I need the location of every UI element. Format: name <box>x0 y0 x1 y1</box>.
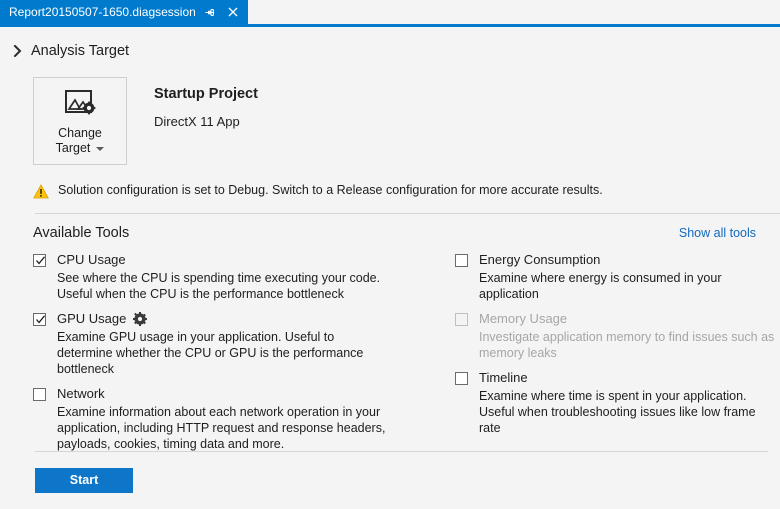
tools-left-column: CPU Usage See where the CPU is spending … <box>33 251 423 460</box>
analysis-target-header[interactable]: Analysis Target <box>0 38 780 64</box>
change-target-line2: Target <box>55 141 91 155</box>
available-tools-title: Available Tools <box>33 225 130 241</box>
tool-memory-usage-label: Memory Usage <box>479 311 568 326</box>
start-button[interactable]: Start <box>35 468 133 493</box>
show-all-tools-link[interactable]: Show all tools <box>679 226 756 240</box>
tool-energy-consumption[interactable]: Energy Consumption Examine where energy … <box>455 251 780 302</box>
tool-energy-consumption-description: Examine where energy is consumed in your… <box>479 271 722 301</box>
tool-memory-usage-checkbox <box>455 313 468 326</box>
tool-network-body: Network Examine information about each n… <box>57 385 387 452</box>
change-target-line1: Change <box>58 126 102 140</box>
tool-energy-consumption-label: Energy Consumption <box>479 252 601 267</box>
change-target-label: Change Target <box>56 126 105 156</box>
tool-timeline-name: Timeline <box>479 369 780 386</box>
caret-down-icon[interactable] <box>96 146 105 151</box>
tab-accent-bar <box>0 24 780 27</box>
tool-gpu-usage-name: GPU Usage <box>57 310 387 327</box>
tool-cpu-usage-name: CPU Usage <box>57 251 387 268</box>
startup-project-name: DirectX 11 App <box>154 114 240 129</box>
warning-text: Solution configuration is set to Debug. … <box>58 183 603 197</box>
available-tools-header: Available Tools Show all tools <box>33 225 756 241</box>
divider-bottom <box>35 451 768 452</box>
tool-cpu-usage-checkbox[interactable] <box>33 254 46 267</box>
tab-title: Report20150507-1650.diagsession <box>9 5 196 19</box>
tool-energy-consumption-body: Energy Consumption Examine where energy … <box>479 251 780 302</box>
document-tab[interactable]: Report20150507-1650.diagsession <box>0 0 248 24</box>
startup-project-label: Startup Project <box>154 86 258 102</box>
tool-cpu-usage[interactable]: CPU Usage See where the CPU is spending … <box>33 251 423 302</box>
chevron-right-icon[interactable] <box>8 42 26 60</box>
warning-banner: Solution configuration is set to Debug. … <box>33 183 780 199</box>
close-icon[interactable] <box>224 2 242 22</box>
tool-energy-consumption-checkbox[interactable] <box>455 254 468 267</box>
tool-gpu-usage-label: GPU Usage <box>57 311 127 326</box>
tool-cpu-usage-description: See where the CPU is spending time execu… <box>57 271 381 301</box>
page-title: Analysis Target <box>31 43 130 59</box>
gear-icon[interactable] <box>133 311 148 326</box>
tool-timeline-label: Timeline <box>479 370 528 385</box>
tool-network-name: Network <box>57 385 387 402</box>
page-content: Analysis Target Change Target Startup Pr… <box>0 38 780 460</box>
tool-timeline-body: Timeline Examine where time is spent in … <box>479 369 780 436</box>
tool-network[interactable]: Network Examine information about each n… <box>33 385 423 452</box>
tool-cpu-usage-label: CPU Usage <box>57 252 126 267</box>
tool-network-checkbox[interactable] <box>33 388 46 401</box>
warning-triangle-icon <box>33 184 49 199</box>
pin-icon[interactable] <box>201 2 219 22</box>
tool-gpu-usage[interactable]: GPU Usage Examine GPU usage in your appl… <box>33 310 423 377</box>
tool-memory-usage: Memory Usage Investigate application mem… <box>455 310 780 361</box>
tool-memory-usage-description: Investigate application memory to find i… <box>479 330 775 360</box>
tool-timeline-description: Examine where time is spent in your appl… <box>479 389 756 435</box>
target-info: Startup Project DirectX 11 App <box>154 77 258 129</box>
tool-timeline[interactable]: Timeline Examine where time is spent in … <box>455 369 780 436</box>
tool-memory-usage-name: Memory Usage <box>479 310 780 327</box>
analysis-target-row: Change Target Startup Project DirectX 11… <box>33 77 780 165</box>
tools-grid: CPU Usage See where the CPU is spending … <box>33 251 780 460</box>
tool-gpu-usage-checkbox[interactable] <box>33 313 46 326</box>
tool-gpu-usage-body: GPU Usage Examine GPU usage in your appl… <box>57 310 387 377</box>
footer: Start <box>0 451 780 509</box>
tools-right-column: Energy Consumption Examine where energy … <box>423 251 780 460</box>
tool-memory-usage-body: Memory Usage Investigate application mem… <box>479 310 780 361</box>
picture-settings-icon <box>63 88 97 120</box>
tool-cpu-usage-body: CPU Usage See where the CPU is spending … <box>57 251 387 302</box>
tool-gpu-usage-description: Examine GPU usage in your application. U… <box>57 330 364 376</box>
change-target-button[interactable]: Change Target <box>33 77 127 165</box>
divider-top <box>35 213 780 214</box>
tool-energy-consumption-name: Energy Consumption <box>479 251 780 268</box>
tab-strip: Report20150507-1650.diagsession <box>0 0 780 27</box>
tool-network-description: Examine information about each network o… <box>57 405 386 451</box>
tool-timeline-checkbox[interactable] <box>455 372 468 385</box>
tool-network-label: Network <box>57 386 105 401</box>
